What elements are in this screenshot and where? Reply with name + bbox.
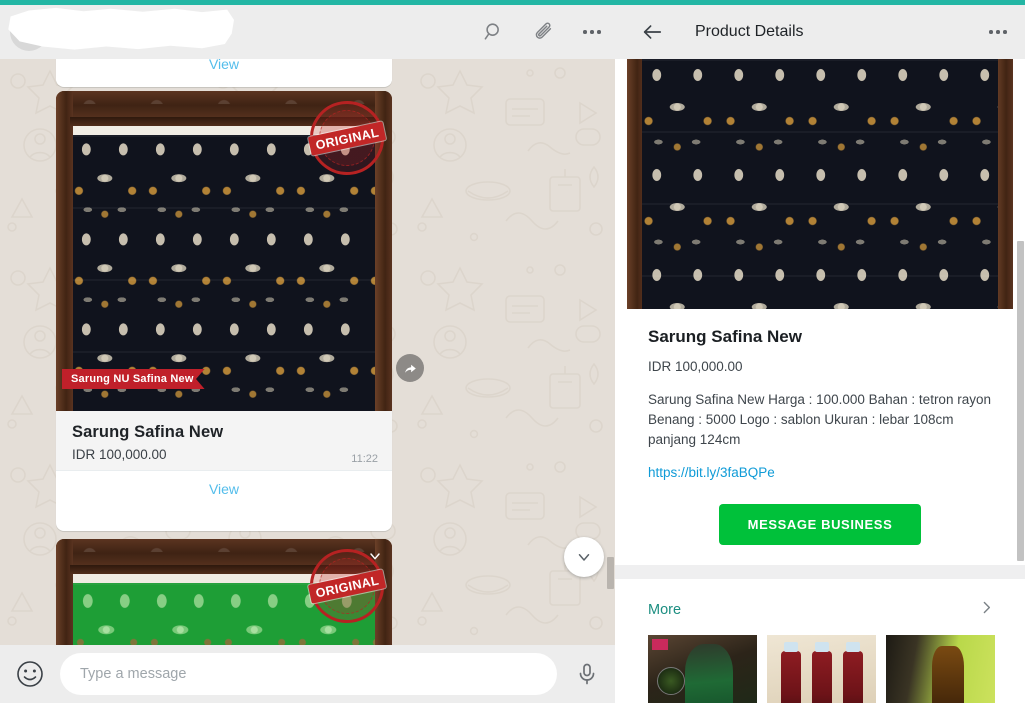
product-detail-info: Sarung Safina New IDR 100,000.00 Sarung … [615,309,1025,565]
more-thumbnail-strip [615,635,1025,703]
thumbnail-bottles[interactable] [767,635,876,703]
product-title: Sarung Safina New [72,423,224,441]
chat-scrollbar[interactable] [606,113,615,650]
details-scrollbar[interactable] [1016,59,1025,703]
message-business-button[interactable]: MESSAGE BUSINESS [718,504,922,545]
more-row[interactable]: More [615,579,1025,635]
detail-product-description: Sarung Safina New Harga : 100.000 Bahan … [648,392,991,447]
contact-info[interactable] [8,7,483,51]
chat-pane: View ORIGINAL Sarung NU Safina New Sarun… [0,5,615,703]
search-icon[interactable] [483,21,505,43]
overflow-menu-icon[interactable] [989,30,1007,34]
emoji-smiley-icon[interactable] [16,660,44,688]
message-bubble-previous[interactable]: View [56,59,392,87]
view-row-previous[interactable]: View [56,59,392,85]
thumbnail-shirt[interactable] [648,635,757,703]
product-image-next[interactable]: ORIGINAL [56,539,392,650]
product-hero-image[interactable] [627,59,1013,309]
view-link[interactable]: View [209,59,239,72]
section-divider [615,565,1025,579]
detail-product-title: Sarung Safina New [648,327,802,346]
product-image[interactable]: ORIGINAL Sarung NU Safina New [56,91,392,411]
original-stamp-label: ORIGINAL [307,568,387,604]
message-bubble-next[interactable]: ORIGINAL [56,539,392,650]
chat-message-list: View ORIGINAL Sarung NU Safina New Sarun… [0,59,615,650]
app-root: View ORIGINAL Sarung NU Safina New Sarun… [0,0,1025,703]
details-scroll-area: Sarung Safina New IDR 100,000.00 Sarung … [615,59,1025,703]
scroll-to-bottom-button[interactable] [564,537,604,577]
message-input[interactable] [60,653,557,695]
chat-header-actions [483,21,601,43]
product-price: IDR 100,000.00 [72,447,167,462]
arrow-left-icon[interactable] [641,21,663,43]
microphone-icon[interactable] [575,662,599,686]
view-link[interactable]: View [209,481,239,497]
product-ribbon-label: Sarung NU Safina New [62,369,205,389]
view-row-product[interactable]: View [56,470,392,510]
original-stamp-label: ORIGINAL [307,120,387,156]
paperclip-icon[interactable] [533,21,555,43]
product-detail-card: Sarung Safina New IDR 100,000.00 Sarung … [615,59,1025,565]
chat-scrollbar-thumb[interactable] [607,557,614,589]
detail-product-link[interactable]: https://bit.ly/3faBQPe [648,465,775,480]
compose-bar [0,645,615,703]
cta-wrapper: MESSAGE BUSINESS [648,504,992,545]
message-bubble-product[interactable]: ORIGINAL Sarung NU Safina New Sarung Saf… [56,91,392,531]
details-scrollbar-thumb[interactable] [1017,241,1024,561]
overflow-menu-icon[interactable] [583,30,601,34]
message-scroll-area: View ORIGINAL Sarung NU Safina New Sarun… [0,59,615,650]
message-timestamp: 11:22 [351,453,378,465]
forward-arrow-icon[interactable] [396,354,424,382]
chat-header [0,5,615,59]
chevron-right-icon[interactable] [978,599,995,621]
product-details-pane: Product Details Sarung Safina New IDR 10… [615,5,1025,703]
detail-product-price: IDR 100,000.00 [648,359,743,374]
message-menu-chevron-icon[interactable] [364,545,386,567]
thumbnail-bottle-green[interactable] [886,635,995,703]
page-title: Product Details [695,23,804,40]
more-section: More [615,579,1025,703]
product-meta: Sarung Safina New IDR 100,000.00 11:22 [56,411,392,470]
more-label: More [648,602,682,618]
details-header: Product Details [615,5,1025,59]
redaction-overlay [8,7,234,50]
